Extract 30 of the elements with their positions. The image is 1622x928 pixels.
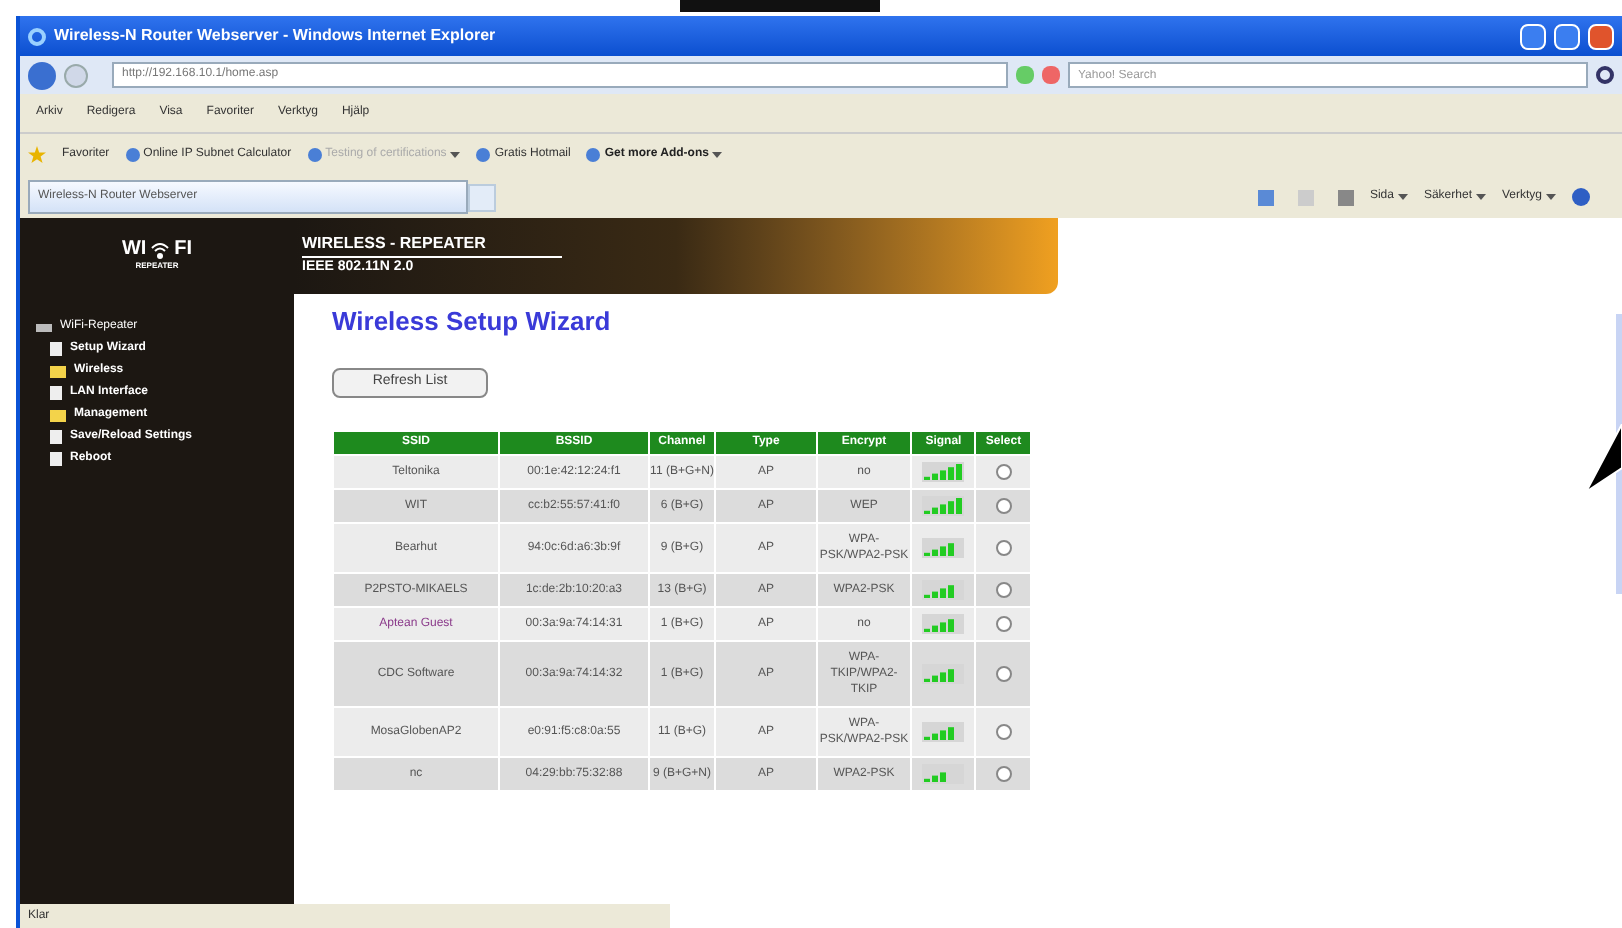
- close-button[interactable]: [1588, 23, 1614, 49]
- radio-button[interactable]: [995, 463, 1012, 479]
- tree-root-icon: [36, 323, 52, 331]
- radio-button[interactable]: [995, 539, 1012, 555]
- header-title: WIRELESS - REPEATER: [302, 232, 562, 259]
- wifi-icon: [150, 240, 171, 260]
- maximize-button[interactable]: [1554, 23, 1580, 49]
- window-title: Wireless-N Router Webserver - Windows Internet Explorer: [54, 24, 498, 48]
- radio-button[interactable]: [995, 615, 1012, 631]
- radio-button[interactable]: [995, 765, 1012, 781]
- radio-button[interactable]: [995, 581, 1012, 597]
- caret-icon: [1546, 194, 1556, 200]
- folder-icon: [50, 365, 66, 377]
- forward-button[interactable]: [64, 63, 88, 87]
- caret-icon: [1397, 194, 1408, 200]
- page-icon: [50, 386, 62, 400]
- back-button[interactable]: [28, 61, 56, 89]
- radio-button[interactable]: [995, 723, 1012, 739]
- minimize-button[interactable]: [1520, 23, 1546, 49]
- star-icon: [28, 146, 46, 164]
- caret-icon: [1475, 194, 1486, 200]
- folder-icon: [50, 409, 66, 421]
- page-icon: [50, 342, 62, 356]
- radio-button[interactable]: [995, 497, 1012, 513]
- caret-icon: [450, 152, 461, 158]
- radio-button[interactable]: [995, 665, 1012, 681]
- caret-icon: [712, 152, 723, 158]
- page-title: Wireless Setup Wizard: [332, 304, 613, 340]
- logo-text: FI: [174, 240, 193, 260]
- logo-text: WI: [121, 240, 147, 260]
